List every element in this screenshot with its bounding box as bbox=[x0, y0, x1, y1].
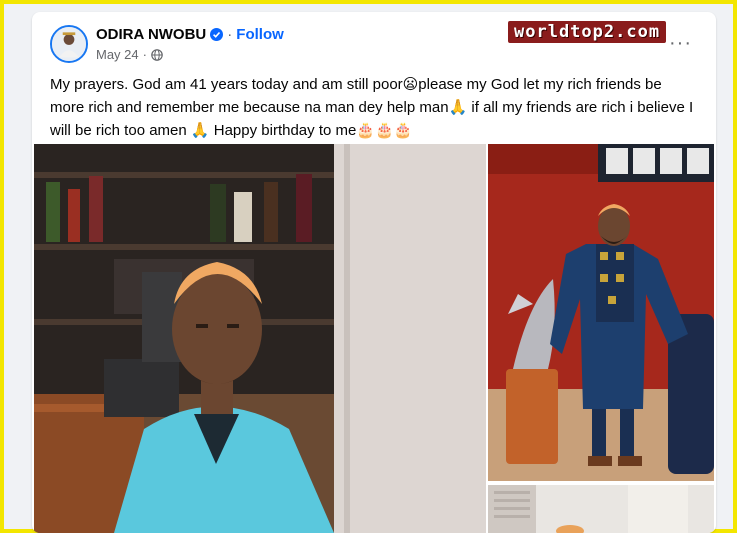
author-avatar[interactable] bbox=[50, 25, 88, 63]
photo-side-top[interactable] bbox=[488, 144, 714, 481]
post-text-part4: Happy birthday to me bbox=[209, 122, 357, 139]
photo-main-image bbox=[34, 144, 486, 533]
watermark-logo: worldtop2.com bbox=[508, 21, 667, 43]
photo-side-bottom[interactable] bbox=[488, 485, 714, 533]
pray-emoji-icon: 🙏 bbox=[448, 99, 468, 116]
post-meta: May 24 · bbox=[96, 47, 163, 62]
cake-emoji-icon: 🎂🎂🎂 bbox=[356, 122, 413, 139]
globe-icon bbox=[151, 48, 163, 61]
pray-emoji-icon: 🙏 bbox=[190, 122, 210, 139]
post-header: ODIRA NWOBU · Follow May 24 · worldtop2.… bbox=[32, 12, 716, 139]
photo-side-top-image bbox=[488, 144, 714, 481]
author-line: ODIRA NWOBU · Follow bbox=[96, 26, 284, 43]
post-text-part1: My prayers. God am 41 years today and am… bbox=[50, 76, 403, 93]
post-card: ODIRA NWOBU · Follow May 24 · worldtop2.… bbox=[32, 12, 716, 533]
more-options-icon[interactable]: ··· bbox=[669, 32, 692, 55]
follow-button[interactable]: Follow bbox=[236, 26, 284, 43]
author-name[interactable]: ODIRA NWOBU bbox=[96, 26, 206, 43]
post-media bbox=[32, 144, 716, 533]
meta-separator: · bbox=[142, 47, 147, 62]
sad-emoji-icon: 😦 bbox=[402, 76, 419, 93]
photo-side-bottom-image bbox=[488, 485, 714, 533]
verified-badge-icon bbox=[210, 28, 224, 41]
photo-main[interactable] bbox=[34, 144, 486, 533]
separator-dot: · bbox=[227, 26, 233, 43]
post-text: My prayers. God am 41 years today and am… bbox=[50, 73, 698, 142]
post-date[interactable]: May 24 bbox=[96, 47, 139, 62]
avatar-image bbox=[52, 27, 86, 61]
